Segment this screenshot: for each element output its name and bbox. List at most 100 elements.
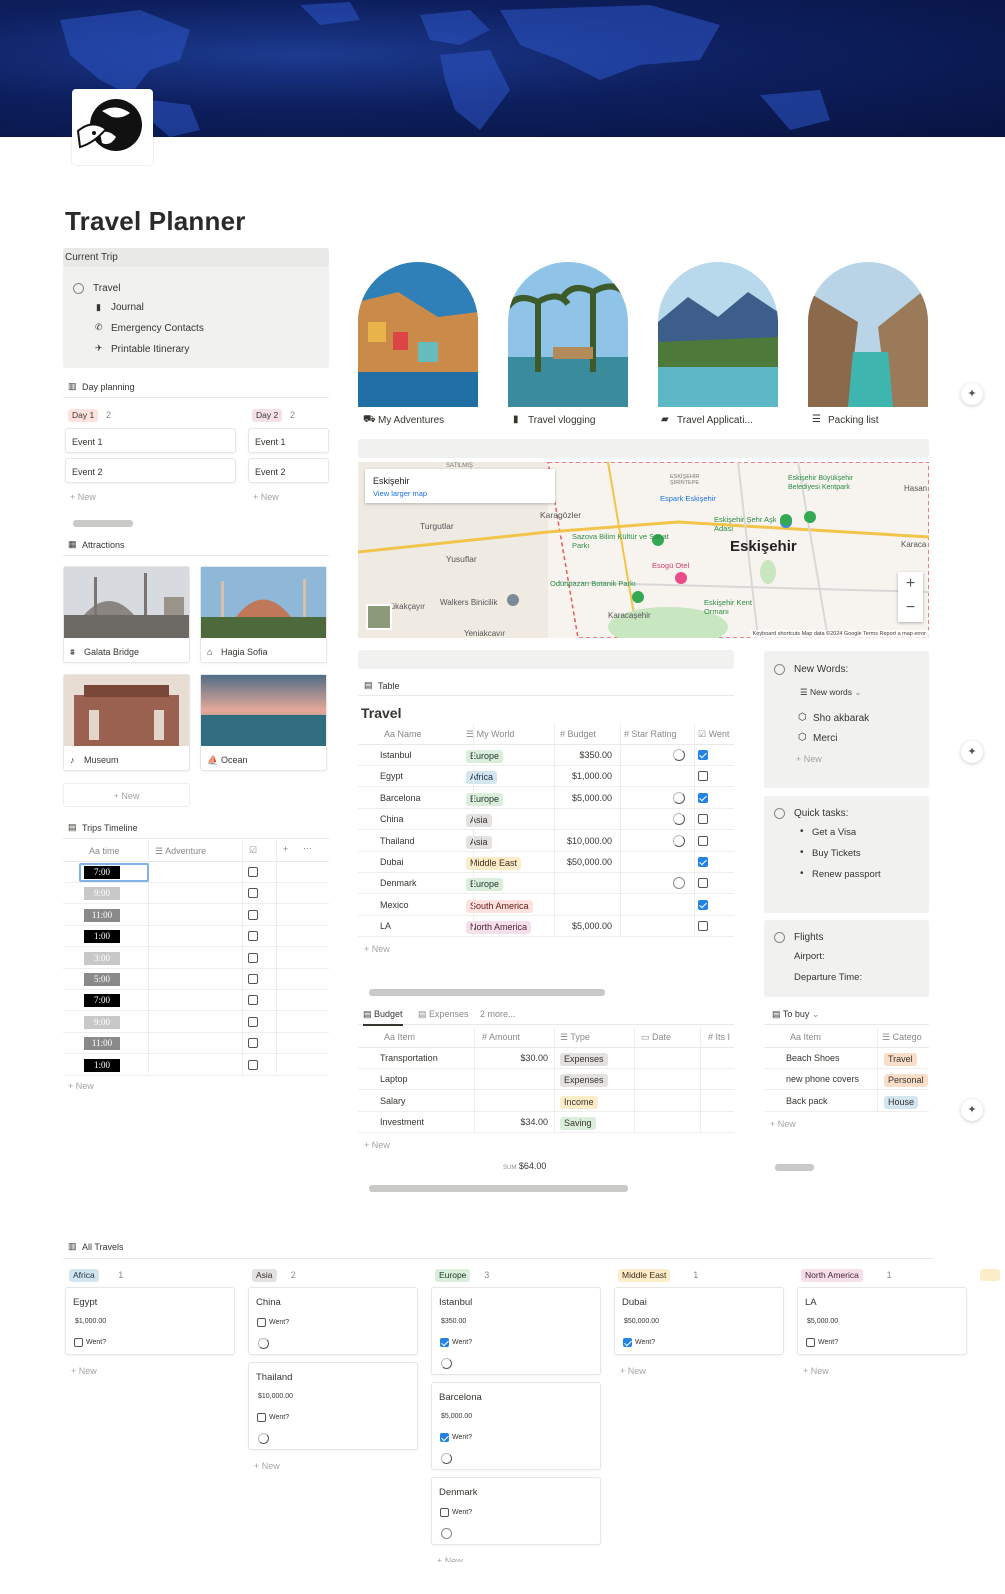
budget-item[interactable]: Laptop bbox=[380, 1074, 408, 1084]
time-value[interactable]: 1:00 bbox=[84, 930, 120, 944]
timeline-row[interactable]: 7:00 bbox=[63, 990, 329, 1012]
travel-name[interactable]: China bbox=[380, 814, 404, 824]
timeline-checkbox[interactable] bbox=[248, 931, 258, 942]
timeline-checkbox[interactable] bbox=[248, 974, 258, 984]
ai-sparkle-button[interactable]: ✦ bbox=[961, 741, 983, 763]
travel-row[interactable]: Istanbul Europe $350.00 bbox=[358, 745, 734, 766]
packing-cover[interactable] bbox=[808, 262, 928, 407]
budget-row[interactable]: Investment $34.00 Saving bbox=[358, 1112, 734, 1134]
went-checkbox[interactable] bbox=[440, 1433, 449, 1442]
went-checkbox[interactable] bbox=[698, 814, 708, 825]
adventures-cover[interactable] bbox=[358, 262, 478, 407]
day-planning-heading[interactable]: Day planning bbox=[82, 382, 135, 392]
new-words-view[interactable]: ☰ New words ⌄ bbox=[800, 687, 862, 698]
went-checkbox[interactable] bbox=[257, 1413, 266, 1422]
travel-name[interactable]: Mexico bbox=[380, 900, 409, 910]
card-went[interactable]: Went? bbox=[74, 1338, 106, 1347]
to-buy-item[interactable]: Beach Shoes bbox=[786, 1053, 840, 1063]
timeline-checkbox[interactable] bbox=[248, 909, 258, 920]
group-new-button[interactable]: + New bbox=[254, 1461, 280, 1471]
attraction-card[interactable]: ⩩ Galata Bridge bbox=[63, 566, 190, 663]
attraction-card[interactable]: ⛵ Ocean bbox=[200, 674, 327, 771]
travel-name[interactable]: Barcelona bbox=[380, 793, 421, 803]
travel-row[interactable]: LA North America $5,000.00 bbox=[358, 916, 734, 938]
timeline-checkbox[interactable] bbox=[248, 1016, 258, 1027]
gallery-item-label[interactable]: Packing list bbox=[828, 415, 879, 426]
timeline-row[interactable]: 9:00 bbox=[63, 883, 329, 905]
travel-card[interactable]: Istanbul $350.00 Went? bbox=[431, 1287, 601, 1375]
travel-name[interactable]: Dubai bbox=[380, 857, 404, 867]
gallery-item-label[interactable]: Travel vlogging bbox=[528, 415, 595, 426]
ai-sparkle-button[interactable]: ✦ bbox=[961, 383, 983, 405]
travel-row[interactable]: Dubai Middle East $50,000.00 bbox=[358, 852, 734, 873]
gallery-item-label[interactable]: Travel Applicati... bbox=[677, 415, 753, 426]
to-buy-item[interactable]: Back pack bbox=[786, 1096, 828, 1106]
vlogging-cover[interactable] bbox=[508, 262, 628, 407]
view-larger-map-link[interactable]: View larger map bbox=[373, 489, 427, 498]
timeline-checkbox[interactable] bbox=[248, 867, 258, 877]
budget-new-button[interactable]: + New bbox=[364, 1140, 390, 1150]
attraction-card[interactable]: ♪ Museum bbox=[63, 674, 190, 771]
map-zoom-control[interactable]: + − bbox=[898, 572, 923, 622]
timeline-row[interactable]: 3:00 bbox=[63, 948, 329, 969]
to-buy-row[interactable]: Beach Shoes Travel bbox=[764, 1048, 929, 1069]
went-checkbox[interactable] bbox=[698, 771, 708, 782]
journal-link[interactable]: Journal bbox=[111, 302, 144, 313]
went-checkbox[interactable] bbox=[698, 792, 708, 803]
group-new-button[interactable]: + New bbox=[803, 1366, 829, 1376]
travel-name[interactable]: Egypt bbox=[380, 771, 403, 781]
selected-cell[interactable] bbox=[79, 863, 149, 882]
went-checkbox[interactable] bbox=[74, 1338, 83, 1347]
map-embed[interactable]: Eskişehir View larger map Eskişehir Turg… bbox=[358, 462, 929, 638]
page-icon[interactable] bbox=[72, 89, 153, 165]
timeline-row[interactable]: 1:00 bbox=[63, 1055, 329, 1076]
travel-new-button[interactable]: + New bbox=[364, 944, 390, 954]
time-value[interactable]: 11:00 bbox=[84, 1037, 120, 1051]
gallery-item-label[interactable]: My Adventures bbox=[378, 415, 444, 426]
timeline-row[interactable]: 5:00 bbox=[63, 969, 329, 990]
went-checkbox[interactable] bbox=[698, 878, 708, 889]
went-checkbox[interactable] bbox=[698, 750, 708, 760]
went-checkbox[interactable] bbox=[698, 857, 708, 867]
travel-name[interactable]: Denmark bbox=[380, 878, 417, 888]
attractions-new-button[interactable]: + New bbox=[63, 783, 190, 807]
timeline-checkbox[interactable] bbox=[248, 1038, 258, 1049]
horizontal-scrollbar[interactable] bbox=[369, 989, 605, 996]
more-views-tab[interactable]: 2 more... bbox=[480, 1009, 516, 1019]
card-went[interactable]: Went? bbox=[623, 1338, 655, 1347]
timeline-checkbox[interactable] bbox=[248, 995, 258, 1006]
event-card[interactable]: Event 2 bbox=[248, 458, 329, 483]
budget-item[interactable]: Investment bbox=[380, 1117, 424, 1127]
event-card[interactable]: Event 1 bbox=[65, 428, 236, 453]
day1-new-button[interactable]: + New bbox=[70, 492, 96, 502]
word-item[interactable]: Merci bbox=[813, 733, 837, 744]
card-went[interactable]: Went? bbox=[257, 1318, 289, 1327]
travel-row[interactable]: Barcelona Europe $5,000.00 bbox=[358, 788, 734, 809]
travel-name[interactable]: Thailand bbox=[380, 836, 415, 846]
event-card[interactable]: Event 2 bbox=[65, 458, 236, 483]
group-new-button[interactable]: + New bbox=[71, 1366, 97, 1376]
card-went[interactable]: Went? bbox=[257, 1413, 289, 1422]
timeline-row[interactable]: 1:00 bbox=[63, 926, 329, 948]
timeline-row[interactable]: 7:00 bbox=[63, 862, 329, 883]
travel-db-title[interactable]: Travel bbox=[361, 705, 401, 721]
went-checkbox[interactable] bbox=[806, 1338, 815, 1347]
time-value[interactable]: 5:00 bbox=[84, 973, 120, 986]
attractions-heading[interactable]: Attractions bbox=[82, 540, 125, 550]
travel-name[interactable]: Istanbul bbox=[380, 750, 412, 760]
card-went[interactable]: Went? bbox=[440, 1433, 472, 1442]
travel-card[interactable]: Dubai $50,000.00 Went? bbox=[614, 1287, 784, 1355]
travel-card[interactable]: LA $5,000.00 Went? bbox=[797, 1287, 967, 1355]
travel-link[interactable]: Travel bbox=[93, 283, 120, 294]
time-value[interactable]: 1:00 bbox=[84, 1058, 120, 1072]
went-checkbox[interactable] bbox=[440, 1508, 449, 1517]
to-buy-row[interactable]: new phone covers Personal bbox=[764, 1069, 929, 1091]
words-new-button[interactable]: + New bbox=[796, 754, 822, 764]
budget-tab[interactable]: ▤ Budget bbox=[363, 1009, 403, 1026]
horizontal-scrollbar[interactable] bbox=[369, 1185, 628, 1192]
time-value[interactable]: 9:00 bbox=[84, 1015, 120, 1029]
horizontal-scrollbar[interactable] bbox=[73, 520, 133, 527]
attraction-card[interactable]: ⌂ Hagia Sofia bbox=[200, 566, 327, 663]
expenses-tab[interactable]: ▤ Expenses bbox=[418, 1009, 469, 1020]
travel-row[interactable]: Egypt Africa $1,000.00 bbox=[358, 766, 734, 788]
